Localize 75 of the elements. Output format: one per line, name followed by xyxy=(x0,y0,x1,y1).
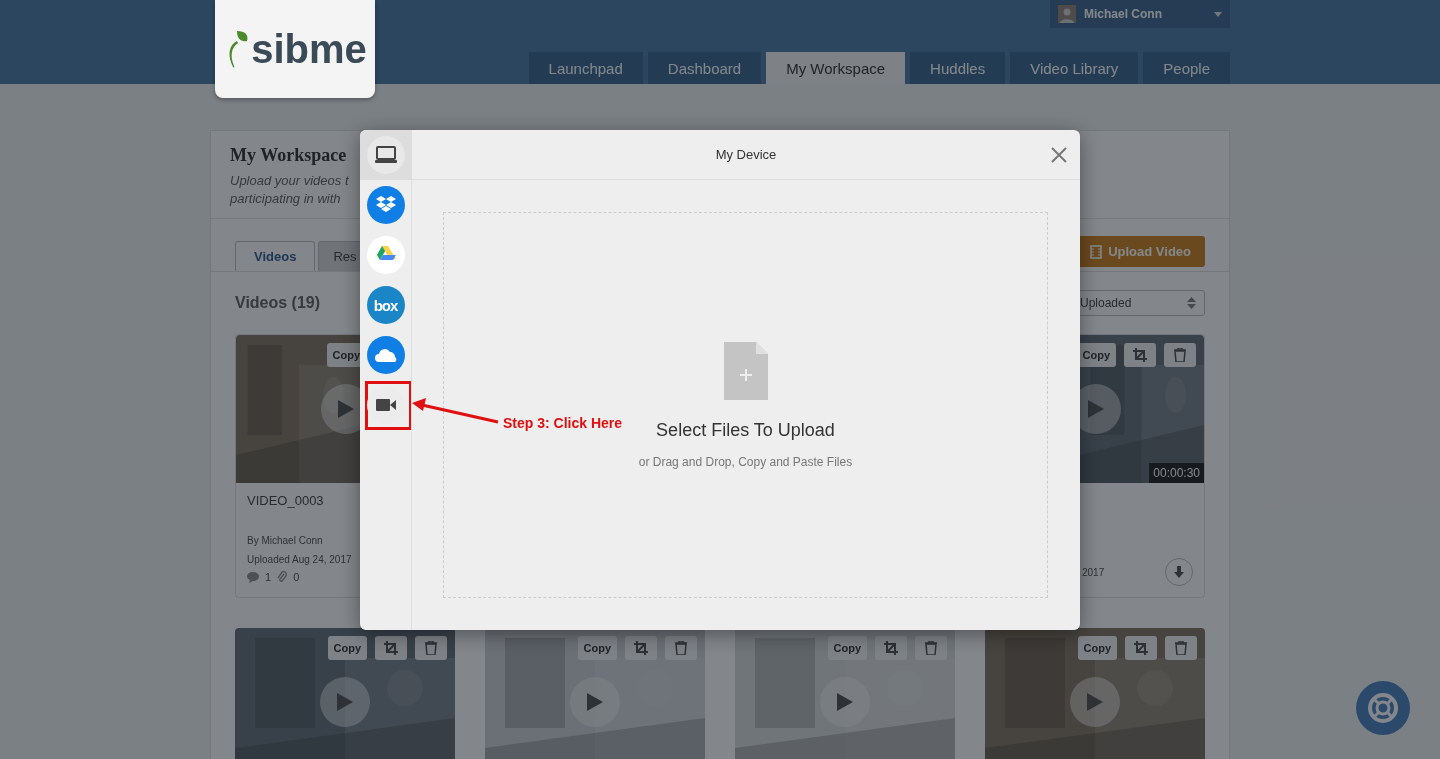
play-icon xyxy=(338,400,354,418)
crop-button[interactable] xyxy=(1125,636,1157,660)
copy-button[interactable]: Copy xyxy=(827,636,867,660)
user-menu[interactable]: Michael Conn xyxy=(1050,0,1230,28)
dropbox-icon xyxy=(374,195,397,215)
crop-button[interactable] xyxy=(875,636,907,660)
delete-button[interactable] xyxy=(1164,343,1196,367)
nav-tab[interactable]: Dashboard xyxy=(647,52,762,84)
delete-button[interactable] xyxy=(665,636,697,660)
sort-arrows-icon xyxy=(1187,296,1196,310)
comment-count: 1 xyxy=(265,571,272,583)
comment-icon xyxy=(247,571,259,583)
play-icon xyxy=(587,693,603,711)
source-button[interactable] xyxy=(366,186,405,224)
dropzone-title: Select Files To Upload xyxy=(656,419,835,441)
download-icon xyxy=(1174,566,1184,578)
delete-button[interactable] xyxy=(1165,636,1197,660)
trash-icon xyxy=(1174,348,1186,362)
paperclip-icon xyxy=(277,571,288,583)
page-title: My Workspace xyxy=(230,145,347,166)
play-icon xyxy=(1087,693,1103,711)
play-icon xyxy=(837,693,853,711)
nav-tab[interactable]: Launchpad xyxy=(528,52,643,84)
copy-button[interactable]: Copy xyxy=(327,636,367,660)
annotation-label: Step 3: Click Here xyxy=(503,415,623,431)
upload-date: Uploaded Aug 24, 2017 xyxy=(247,553,353,567)
video-author: By Michael Conn xyxy=(247,534,324,548)
dropzone-hint: or Drag and Drop, Copy and Paste Files xyxy=(638,454,853,469)
avatar-icon xyxy=(1058,5,1076,23)
delete-button[interactable] xyxy=(415,636,447,660)
nav-tab[interactable]: Video Library xyxy=(1010,52,1139,84)
cloud-icon xyxy=(373,347,398,363)
content-tab[interactable]: Videos xyxy=(235,241,316,271)
trash-icon xyxy=(425,641,437,655)
copy-button[interactable]: Copy xyxy=(1077,636,1117,660)
source-button[interactable]: box xyxy=(366,286,405,324)
video-title: VIDEO_0003 xyxy=(247,493,325,510)
film-icon xyxy=(1090,244,1103,259)
play-icon xyxy=(1088,400,1104,418)
crop-icon xyxy=(634,641,648,655)
video-duration: 00:00:30 xyxy=(1149,463,1204,483)
crop-button[interactable] xyxy=(375,636,407,660)
crop-icon xyxy=(384,641,398,655)
crop-icon xyxy=(1134,641,1148,655)
source-button[interactable] xyxy=(366,136,405,174)
close-button[interactable] xyxy=(1050,146,1068,164)
nav-tab[interactable]: People xyxy=(1143,52,1230,84)
nav-tab[interactable]: My Workspace xyxy=(766,52,906,84)
crop-icon xyxy=(884,641,898,655)
logo[interactable]: sibme xyxy=(215,0,375,98)
crop-button[interactable] xyxy=(625,636,657,660)
source-button[interactable] xyxy=(366,336,405,374)
highlight-box xyxy=(365,381,412,430)
trash-icon xyxy=(925,641,937,655)
caret-icon xyxy=(1214,11,1222,17)
upload-date: 2017 xyxy=(1082,565,1105,580)
delete-button[interactable] xyxy=(915,636,947,660)
copy-button[interactable]: Copy xyxy=(577,636,617,660)
dialog-title: My Device xyxy=(715,147,777,162)
crop-button[interactable] xyxy=(1124,343,1156,367)
close-icon xyxy=(1050,146,1068,164)
video-camera-icon xyxy=(375,398,396,412)
nav-tab[interactable]: Huddles xyxy=(910,52,1006,84)
play-icon xyxy=(337,693,353,711)
download-button[interactable] xyxy=(1165,558,1193,586)
crop-icon xyxy=(1133,348,1147,362)
page-subtitle: Upload your videos t participating in with xyxy=(230,172,349,208)
file-plus-icon xyxy=(723,341,768,400)
trash-icon xyxy=(1175,641,1187,655)
videos-heading: Videos (19) xyxy=(235,294,321,312)
trash-icon xyxy=(675,641,687,655)
laptop-icon xyxy=(374,146,397,164)
help-button[interactable] xyxy=(1356,681,1410,735)
attachment-count: 0 xyxy=(293,571,300,583)
lifebuoy-icon xyxy=(1367,692,1399,724)
